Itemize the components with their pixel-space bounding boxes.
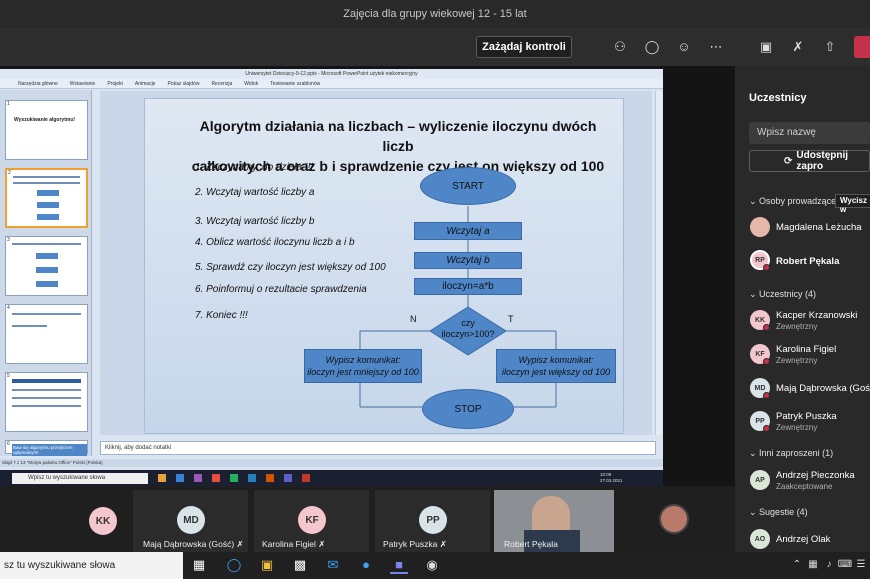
app-icon: [194, 474, 202, 482]
app-icon: [212, 474, 220, 482]
avatar: [659, 504, 689, 534]
tile-name: Mają Dąbrowska (Gość) ✗: [143, 539, 244, 549]
participant-name[interactable]: Magdalena Leżucha: [776, 222, 862, 233]
taskbar-search-input[interactable]: sz tu wyszukiwane słowa: [0, 552, 183, 579]
app-icon: [176, 474, 184, 482]
tile-name: Karolina Figiel ✗: [262, 539, 326, 549]
app-icon: [158, 474, 166, 482]
flow-start: START: [420, 167, 516, 205]
notes-field[interactable]: Kliknij, aby dodać notatki: [100, 441, 656, 455]
avatar: PP: [419, 506, 447, 534]
video-tile[interactable]: [614, 490, 735, 552]
invited-section-header[interactable]: ⌄ Inni zaproszeni (1): [749, 448, 833, 459]
app-icon: [248, 474, 256, 482]
participant-role: Zewnętrzny: [776, 322, 818, 331]
mute-all-button[interactable]: Wycisz w: [835, 194, 870, 214]
app-icon: [266, 474, 274, 482]
avatar: KK: [89, 507, 117, 535]
tile-name: Robert Pękala: [504, 539, 558, 549]
status-badge: [763, 425, 770, 432]
tile-name: Patryk Puszka ✗: [383, 539, 447, 549]
video-tile[interactable]: Robert Pękala: [494, 490, 614, 552]
avatar: [750, 217, 770, 237]
notification-icon[interactable]: ☰: [852, 556, 870, 574]
video-tile[interactable]: PP Patryk Puszka ✗: [375, 490, 490, 552]
flow-decision-text: czy iloczyn>100?: [441, 318, 495, 339]
participants-title: Uczestnicy: [749, 92, 807, 104]
status-badge: [763, 392, 770, 399]
flow-message-yes: Wypisz komunikat: iloczyn jest większy o…: [496, 349, 616, 383]
participant-name[interactable]: Robert Pękala: [776, 256, 839, 267]
participant-name[interactable]: Patryk Puszka: [776, 411, 837, 422]
teams-icon[interactable]: ■: [390, 556, 408, 574]
app-icon: [302, 474, 310, 482]
video-tile[interactable]: KF Karolina Figiel ✗: [254, 490, 369, 552]
flow-read-a: Wczytaj a: [414, 222, 522, 240]
participant-name[interactable]: Karolina Figiel: [776, 344, 836, 355]
attendees-section-header[interactable]: ⌄ Uczestnicy (4): [749, 289, 816, 300]
app-icon: [284, 474, 292, 482]
flow-stop: STOP: [422, 389, 514, 429]
participant-name[interactable]: Kacper Krzanowski: [776, 310, 857, 321]
shared-taskbar-icons: [158, 474, 638, 484]
mic-off-icon: ✗: [236, 539, 244, 549]
video-tile[interactable]: MD Mają Dąbrowska (Gość) ✗: [133, 490, 248, 552]
app-icon: [230, 474, 238, 482]
share-invite-button[interactable]: ⟳ Udostępnij zapro: [749, 150, 870, 172]
flow-message-no: Wypisz komunikat: iloczyn jest mniejszy …: [304, 349, 422, 383]
share-icon: ⟳: [784, 155, 793, 167]
file-explorer-icon[interactable]: ▣: [258, 556, 276, 574]
participant-role: Zewnętrzny: [776, 356, 818, 365]
mic-off-icon: ✗: [318, 539, 326, 549]
avatar: AO: [750, 529, 770, 549]
participant-search-input[interactable]: Wpisz nazwę: [749, 122, 870, 144]
participant-name[interactable]: Andrzej Pieczonka: [776, 470, 855, 481]
avatar: AP: [750, 470, 770, 490]
status-badge: [763, 358, 770, 365]
shared-search-box: Wpisz tu wyszukiwane słowa: [12, 473, 148, 484]
participant-role: Zewnętrzny: [776, 423, 818, 432]
status-badge: [763, 324, 770, 331]
flow-yes-label: T: [508, 314, 514, 324]
flow-read-b: Wczytaj b: [414, 252, 522, 269]
edge-icon[interactable]: ◯: [225, 556, 243, 574]
avatar: MD: [177, 506, 205, 534]
mail-icon[interactable]: ✉: [324, 556, 342, 574]
ppt-status-bar: Slajd 7 z 13 "Motyw pakietu Office" Pols…: [0, 459, 663, 467]
flow-no-label: N: [410, 314, 417, 324]
suggestions-section-header[interactable]: ⌄ Sugestie (4): [749, 507, 808, 518]
mic-off-icon: ✗: [439, 539, 447, 549]
participant-role: Zaakceptowane: [776, 482, 833, 491]
app-icon[interactable]: ◉: [423, 556, 441, 574]
flow-compute: iloczyn=a*b: [414, 278, 522, 295]
browser-icon[interactable]: ●: [357, 556, 375, 574]
status-badge: [763, 264, 770, 271]
participant-name[interactable]: Andrzej Olak: [776, 534, 830, 545]
task-view-icon[interactable]: ▦: [190, 556, 208, 574]
store-icon[interactable]: ▩: [291, 556, 309, 574]
participant-name[interactable]: Mają Dąbrowska (Gość: [776, 383, 870, 394]
avatar: KF: [298, 506, 326, 534]
